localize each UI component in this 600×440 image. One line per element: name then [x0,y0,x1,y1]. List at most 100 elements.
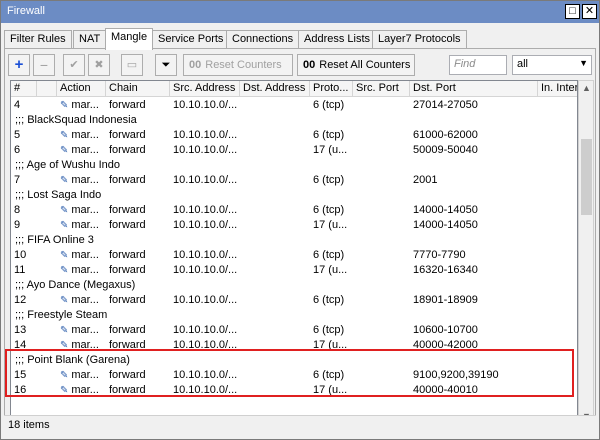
comment-row[interactable]: ;;; FIFA Online 3 [11,233,577,248]
column-header-src-port[interactable]: Src. Port [353,81,410,97]
reset-all-counters-icon: 00 [303,59,316,71]
comment-row[interactable]: ;;; Freestyle Steam [11,308,577,323]
pencil-icon: ✎ [60,325,69,336]
column-header-protocol[interactable]: Proto... [310,81,353,97]
pencil-icon: ✎ [60,250,69,261]
table-header: # Action Chain Src. Address Dst. Address… [11,81,577,97]
row-src-address: 10.10.10.0/... [173,144,238,156]
close-button[interactable]: ✕ [582,4,597,19]
table-row[interactable]: 10 ✎ mar... forward 10.10.10.0/... 6 (tcp… [11,248,577,263]
comment-button[interactable]: ▭ [121,54,143,76]
comment-row[interactable]: ;;; Point Blank (Garena) [11,353,577,368]
column-header-dst-address[interactable]: Dst. Address [240,81,310,97]
row-number: 16 [14,384,27,396]
row-number: 14 [14,339,27,351]
item-count: 18 items [8,419,50,431]
column-header-number[interactable]: # [11,81,37,97]
row-dst-port: 7770-7790 [413,249,466,261]
row-dst-address [240,323,310,338]
table-row[interactable]: 13 ✎ mar... forward 10.10.10.0/... 6 (tcp… [11,323,577,338]
column-header-chain[interactable]: Chain [106,81,170,97]
row-src-port [353,368,410,383]
enable-button[interactable]: ✔ [63,54,85,76]
column-header-flags[interactable] [37,81,57,97]
table-row[interactable]: 5 ✎ mar... forward 10.10.10.0/... 6 (tcp)… [11,128,577,143]
title-bar[interactable]: Firewall □ ✕ [1,1,599,23]
table-row[interactable]: 11 ✎ mar... forward 10.10.10.0/... 17 (u.… [11,263,577,278]
row-chain: forward [109,324,146,336]
filter-icon[interactable]: ⏷ [155,54,177,76]
tab-nat[interactable]: NAT [73,30,107,49]
reset-counters-button[interactable]: 00 Reset Counters [183,54,293,76]
rule-comment: ;;; Freestyle Steam [15,309,108,321]
disable-button[interactable]: ✖ [88,54,110,76]
row-number: 6 [14,144,21,156]
row-dst-address [240,368,310,383]
row-action: ✎ mar... [57,293,106,308]
comment-row[interactable]: ;;; Ayo Dance (Megaxus) [11,278,577,293]
filter-select[interactable]: all ▼ [512,55,592,75]
tab-service-ports[interactable]: Service Ports [152,30,230,49]
row-dst-address [240,143,310,158]
pencil-icon: ✎ [60,385,69,396]
tab-address-lists[interactable]: Address Lists [298,30,377,49]
row-action-text: mar... [71,324,99,336]
rule-comment: ;;; FIFA Online 3 [15,234,94,246]
tab-mangle[interactable]: Mangle [105,28,154,50]
row-action-text: mar... [71,129,99,141]
row-number: 5 [14,129,21,141]
column-header-src-address[interactable]: Src. Address [170,81,240,97]
table-row[interactable]: 9 ✎ mar... forward 10.10.10.0/... 17 (u..… [11,218,577,233]
table-row[interactable]: 4 ✎ mar... forward 10.10.10.0/... 6 (tcp)… [11,98,577,113]
row-src-address: 10.10.10.0/... [173,219,238,231]
row-action: ✎ mar... [57,338,106,353]
restore-button[interactable]: □ [565,4,580,19]
row-src-address: 10.10.10.0/... [173,369,238,381]
mangle-table: # Action Chain Src. Address Dst. Address… [10,80,578,426]
row-number: 15 [14,369,27,381]
scrollbar-thumb[interactable] [581,139,592,215]
row-chain: forward [109,384,146,396]
comment-row[interactable]: ;;; Lost Saga Indo [11,188,577,203]
row-dst-port: 9100,9200,39190 [413,369,499,381]
filter-select-value: all [517,58,529,70]
row-dst-port: 14000-14050 [413,219,478,231]
comment-row[interactable]: ;;; BlackSquad Indonesia [11,113,577,128]
row-chain: forward [109,144,146,156]
table-row[interactable]: 16 ✎ mar... forward 10.10.10.0/... 17 (u.… [11,383,577,398]
tab-connections[interactable]: Connections [226,30,300,49]
tab-filter-rules[interactable]: Filter Rules [4,30,72,49]
table-row[interactable]: 8 ✎ mar... forward 10.10.10.0/... 6 (tcp)… [11,203,577,218]
comment-row[interactable]: ;;; Age of Wushu Indo [11,158,577,173]
column-header-action[interactable]: Action [57,81,106,97]
row-dst-port: 16320-16340 [413,264,478,276]
table-row[interactable]: 15 ✎ mar... forward 10.10.10.0/... 6 (tcp… [11,368,577,383]
vertical-scrollbar[interactable]: ▲ ▼ [578,80,594,426]
column-header-in-interface[interactable]: In. Inter... [538,81,577,97]
table-row[interactable]: 6 ✎ mar... forward 10.10.10.0/... 17 (u..… [11,143,577,158]
add-button[interactable]: + [8,54,30,76]
window-title: Firewall [7,5,45,17]
remove-button[interactable]: − [33,54,55,76]
table-row[interactable]: 7 ✎ mar... forward 10.10.10.0/... 6 (tcp)… [11,173,577,188]
row-chain: forward [109,129,146,141]
reset-all-counters-button[interactable]: 00 Reset All Counters [297,54,415,76]
row-in-interface [538,338,577,353]
row-dst-address [240,248,310,263]
row-in-interface [538,293,577,308]
row-chain: forward [109,99,146,111]
row-src-address: 10.10.10.0/... [173,339,238,351]
tab-layer7-protocols[interactable]: Layer7 Protocols [372,30,467,49]
row-number: 12 [14,294,27,306]
row-dst-address [240,383,310,398]
row-protocol: 17 (u... [313,144,348,156]
scroll-up-icon[interactable]: ▲ [581,83,592,93]
table-row[interactable]: 14 ✎ mar... forward 10.10.10.0/... 17 (u.… [11,338,577,353]
table-row[interactable]: 12 ✎ mar... forward 10.10.10.0/... 6 (tcp… [11,293,577,308]
row-chain: forward [109,174,146,186]
column-header-dst-port[interactable]: Dst. Port [410,81,538,97]
row-src-port [353,293,410,308]
rule-comment: ;;; Ayo Dance (Megaxus) [15,279,136,291]
find-input[interactable]: Find [449,55,507,75]
mangle-panel: + − ✔ ✖ ▭ ⏷ 00 Reset Counters 00 Reset All… [4,48,596,432]
